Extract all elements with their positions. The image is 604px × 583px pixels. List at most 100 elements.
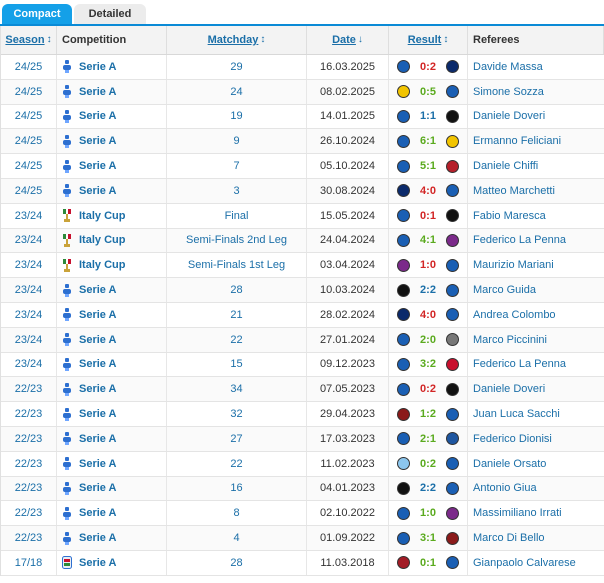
referee-cell[interactable]: Ermanno Feliciani [468,129,604,153]
table-row[interactable]: 22/23 Serie A 32 29.04.2023 1:2 Juan Luca Sac… [1,402,604,427]
result-cell[interactable]: 1:1 [389,104,468,129]
match-score[interactable]: 1:0 [410,507,446,519]
matchday-cell[interactable]: 24 [167,79,307,104]
matchday-cell[interactable]: 9 [167,129,307,154]
competition-cell[interactable]: Serie A [57,154,167,178]
referee-cell[interactable]: Daniele Doveri [468,377,604,401]
table-row[interactable]: 23/24 Serie A 28 10.03.2024 2:2 Marco Guida [1,278,604,303]
referee-cell[interactable]: Federico La Penna [468,353,604,377]
competition-link[interactable]: Serie A [79,408,117,420]
referee-cell[interactable]: Davide Massa [468,55,604,79]
competition-link[interactable]: Italy Cup [79,210,125,222]
referee-link[interactable]: Fabio Maresca [473,210,546,222]
match-score[interactable]: 2:1 [410,433,446,445]
matchday-link[interactable]: 22 [230,458,242,470]
match-score[interactable]: 0:1 [410,210,446,222]
referee-link[interactable]: Davide Massa [473,61,543,73]
referee-cell[interactable]: Simone Sozza [468,80,604,104]
referee-link[interactable]: Simone Sozza [473,86,544,98]
result-cell[interactable]: 4:0 [389,178,468,203]
matchday-cell[interactable]: 21 [167,302,307,327]
result-cell[interactable]: 2:1 [389,426,468,451]
result-cell[interactable]: 0:1 [389,550,468,575]
matchday-cell[interactable]: 15 [167,352,307,377]
matchday-link[interactable]: 29 [230,61,242,73]
match-score[interactable]: 4:1 [410,234,446,246]
result-cell[interactable]: 5:1 [389,154,468,178]
competition-link[interactable]: Serie A [79,358,117,370]
table-row[interactable]: 24/25 Serie A 7 05.10.2024 5:1 Daniele Chiffi [1,154,604,179]
result-cell[interactable]: 4:0 [389,302,468,327]
table-row[interactable]: 23/24 Italy Cup Final 15.05.2024 0:1 Fabio Ma… [1,203,604,229]
table-row[interactable]: 22/23 Serie A 16 04.01.2023 2:2 Antonio Giua [1,476,604,502]
referee-link[interactable]: Marco Di Bello [473,532,545,544]
matchday-cell[interactable]: 16 [167,476,307,501]
matchday-cell[interactable]: 22 [167,451,307,476]
table-row[interactable]: 23/24 Serie A 22 27.01.2024 2:0 Marco Piccini… [1,327,604,353]
result-cell[interactable]: 1:0 [389,253,468,278]
competition-link[interactable]: Serie A [79,110,117,122]
competition-link[interactable]: Serie A [79,482,117,494]
result-cell[interactable]: 4:1 [389,228,468,253]
matchday-link[interactable]: 3 [233,185,239,197]
referee-cell[interactable]: Andrea Colombo [468,303,604,327]
result-cell[interactable]: 3:1 [389,526,468,550]
result-cell[interactable]: 1:0 [389,501,468,526]
table-row[interactable]: 22/23 Serie A 4 01.09.2022 3:1 Marco Di Bello [1,526,604,551]
table-row[interactable]: 24/25 Serie A 9 26.10.2024 6:1 Ermanno Felici… [1,129,604,155]
referee-cell[interactable]: Marco Guida [468,278,604,302]
match-score[interactable]: 0:1 [410,557,446,569]
match-score[interactable]: 3:1 [410,532,446,544]
match-score[interactable]: 2:2 [410,284,446,296]
tab-detailed[interactable]: Detailed [74,4,146,24]
matchday-link[interactable]: 28 [230,557,242,569]
match-score[interactable]: 0:2 [410,383,446,395]
referee-cell[interactable]: Matteo Marchetti [468,179,604,203]
matchday-cell[interactable]: 8 [167,501,307,526]
match-score[interactable]: 2:2 [410,482,446,494]
referee-cell[interactable]: Gianpaolo Calvarese [468,551,604,575]
matchday-link[interactable]: 8 [233,507,239,519]
referee-link[interactable]: Daniele Doveri [473,110,545,122]
competition-cell[interactable]: Serie A [57,302,167,327]
competition-link[interactable]: Italy Cup [79,234,125,246]
referee-link[interactable]: Daniele Chiffi [473,160,538,172]
competition-link[interactable]: Serie A [79,334,117,346]
competition-link[interactable]: Serie A [79,185,117,197]
result-cell[interactable]: 0:2 [389,451,468,476]
tab-compact[interactable]: Compact [2,4,72,24]
date-sort-link[interactable]: Date [332,26,356,54]
competition-link[interactable]: Serie A [79,532,117,544]
matchday-link[interactable]: 19 [230,110,242,122]
matchday-cell[interactable]: 28 [167,550,307,575]
result-cell[interactable]: 6:1 [389,129,468,154]
matchday-cell[interactable]: Final [167,203,307,228]
competition-link[interactable]: Serie A [79,507,117,519]
table-row[interactable]: 23/24 Italy Cup Semi-Finals 2nd Leg 24.04.2… [1,228,604,254]
result-cell[interactable]: 1:2 [389,402,468,426]
referee-link[interactable]: Matteo Marchetti [473,185,555,197]
competition-link[interactable]: Serie A [79,135,117,147]
matchday-link[interactable]: 27 [230,433,242,445]
competition-cell[interactable]: Serie A [57,104,167,129]
competition-link[interactable]: Serie A [79,309,117,321]
matchday-link[interactable]: 7 [233,160,239,172]
matchday-cell[interactable]: 3 [167,178,307,203]
referee-link[interactable]: Marco Guida [473,284,536,296]
competition-cell[interactable]: Serie A [57,426,167,451]
competition-cell[interactable]: Serie A [57,476,167,501]
referee-cell[interactable]: Fabio Maresca [468,204,604,228]
competition-link[interactable]: Serie A [79,433,117,445]
matchday-sort-link[interactable]: Matchday [208,26,259,54]
table-row[interactable]: 24/25 Serie A 19 14.01.2025 1:1 Daniele Dover… [1,104,604,130]
referee-cell[interactable]: Federico Dionisi [468,427,604,451]
matchday-cell[interactable]: 27 [167,426,307,451]
referee-link[interactable]: Gianpaolo Calvarese [473,557,576,569]
match-score[interactable]: 1:0 [410,259,446,271]
match-score[interactable]: 0:2 [410,458,446,470]
season-sort-link[interactable]: Season [5,26,44,54]
date-column-header[interactable]: Date ↓ [307,26,389,54]
competition-link[interactable]: Serie A [79,86,117,98]
match-score[interactable]: 1:2 [410,408,446,420]
competition-cell[interactable]: Serie A [57,352,167,377]
